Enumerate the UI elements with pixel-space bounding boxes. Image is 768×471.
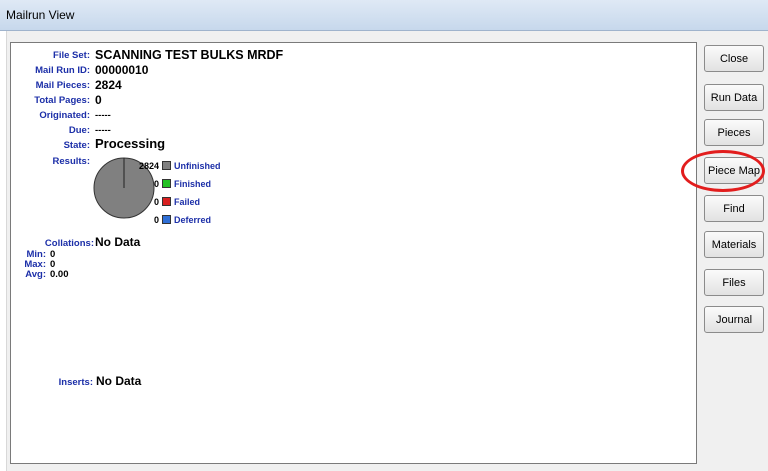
legend-item-failed: 0 Failed bbox=[123, 197, 200, 207]
inserts-value: No Data bbox=[96, 374, 142, 388]
close-button[interactable]: Close bbox=[704, 45, 764, 72]
originated-value: ----- bbox=[95, 110, 111, 121]
legend-swatch bbox=[162, 179, 171, 188]
mail-pieces-label: Mail Pieces: bbox=[35, 80, 90, 91]
mail-run-id-label: Mail Run ID: bbox=[35, 65, 90, 76]
legend-label: Finished bbox=[174, 179, 212, 189]
piece-map-highlight-ring bbox=[681, 150, 765, 192]
results-label: Results: bbox=[52, 156, 90, 167]
legend-label: Deferred bbox=[174, 215, 212, 225]
legend-label: Failed bbox=[174, 197, 201, 207]
title-bar: Mailrun View bbox=[0, 0, 768, 31]
legend-item-deferred: 0 Deferred bbox=[123, 215, 211, 225]
legend-count: 0 bbox=[153, 215, 159, 225]
pieces-button[interactable]: Pieces bbox=[704, 119, 764, 146]
legend-count: 0 bbox=[153, 179, 159, 189]
due-label: Due: bbox=[68, 125, 90, 136]
total-pages-value: 0 bbox=[95, 93, 102, 107]
legend-swatch bbox=[162, 197, 171, 206]
find-button[interactable]: Find bbox=[704, 195, 764, 222]
state-label: State: bbox=[63, 140, 90, 151]
due-value: ----- bbox=[95, 125, 111, 136]
mail-run-id-value: 00000010 bbox=[95, 63, 149, 77]
legend-swatch bbox=[162, 161, 171, 170]
window-left-edge bbox=[0, 31, 7, 471]
materials-button[interactable]: Materials bbox=[704, 231, 764, 258]
originated-label: Originated: bbox=[39, 110, 90, 121]
total-pages-label: Total Pages: bbox=[34, 95, 90, 106]
file-set-label: File Set: bbox=[53, 50, 90, 61]
mail-pieces-value: 2824 bbox=[95, 78, 122, 92]
legend-swatch bbox=[162, 215, 171, 224]
legend-item-finished: 0 Finished bbox=[123, 179, 211, 189]
collations-avg-label: Avg: bbox=[25, 269, 46, 280]
inserts-label: Inserts: bbox=[58, 377, 93, 388]
file-set-value: SCANNING TEST BULKS MRDF bbox=[95, 48, 284, 62]
collations-avg-value: 0.00 bbox=[50, 269, 69, 280]
window-title: Mailrun View bbox=[6, 8, 75, 22]
journal-button[interactable]: Journal bbox=[704, 306, 764, 333]
run-data-button[interactable]: Run Data bbox=[704, 84, 764, 111]
state-value: Processing bbox=[95, 136, 166, 151]
mailrun-details-panel: File Set: SCANNING TEST BULKS MRDF Mail … bbox=[10, 42, 697, 464]
legend-count: 0 bbox=[153, 197, 159, 207]
files-button[interactable]: Files bbox=[704, 269, 764, 296]
legend-item-unfinished: 2824 Unfinished bbox=[123, 161, 221, 171]
collations-label: Collations: bbox=[44, 238, 94, 249]
collations-value: No Data bbox=[95, 235, 141, 249]
legend-label: Unfinished bbox=[174, 161, 221, 171]
legend-count: 2824 bbox=[138, 161, 159, 171]
